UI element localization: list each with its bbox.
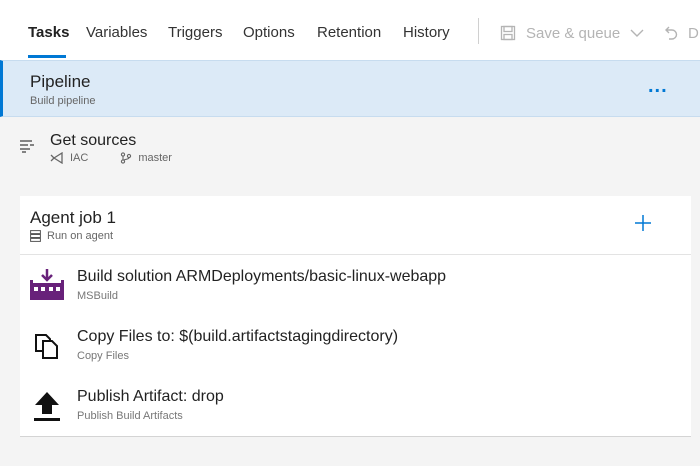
pipeline-subtitle: Build pipeline: [30, 95, 96, 107]
tab-history[interactable]: History: [403, 24, 450, 41]
top-tab-bar: Tasks Variables Triggers Options Retenti…: [0, 0, 700, 60]
task-subtitle: Copy Files: [77, 350, 129, 362]
more-options-button[interactable]: ...: [648, 75, 668, 98]
branch-icon: [121, 152, 132, 164]
agent-job-header[interactable]: Agent job 1 Run on agent: [20, 196, 691, 255]
tab-options[interactable]: Options: [243, 24, 295, 41]
chevron-down-icon[interactable]: [630, 28, 644, 38]
task-title: Build solution ARMDeployments/basic-linu…: [77, 268, 447, 285]
save-queue-label: Save & queue: [526, 24, 621, 42]
toolbar-divider: [478, 18, 479, 44]
tab-tasks[interactable]: Tasks: [28, 24, 69, 41]
undo-label: D: [688, 24, 699, 42]
list-icon: [20, 140, 34, 153]
task-item-build[interactable]: Build solution ARMDeployments/basic-linu…: [20, 255, 691, 315]
agent-job-subtitle: Run on agent: [30, 230, 113, 242]
task-subtitle: MSBuild: [77, 290, 118, 302]
msbuild-icon: [28, 267, 66, 305]
task-item-copy-files[interactable]: Copy Files to: $(build.artifactstagingdi…: [20, 315, 691, 375]
agent-job-subtitle-text: Run on agent: [47, 230, 114, 242]
agent-job-title: Agent job 1: [30, 208, 117, 227]
get-sources-meta: IAC master: [50, 152, 204, 164]
task-title: Copy Files to: $(build.artifactstagingdi…: [77, 328, 399, 345]
task-subtitle: Publish Build Artifacts: [77, 410, 183, 422]
plus-icon[interactable]: [634, 214, 652, 232]
copy-files-icon: [28, 327, 66, 365]
tab-variables[interactable]: Variables: [86, 24, 147, 41]
save-queue-button[interactable]: Save & queue: [500, 22, 654, 44]
tab-retention[interactable]: Retention: [317, 24, 381, 41]
task-title: Publish Artifact: drop: [77, 388, 224, 405]
undo-button[interactable]: D: [664, 22, 700, 44]
get-sources-item[interactable]: Get sources IAC master: [0, 118, 700, 190]
agent-job-card: Agent job 1 Run on agent Build solution …: [20, 196, 691, 437]
get-sources-title: Get sources: [50, 132, 137, 149]
save-icon: [500, 25, 516, 41]
active-tab-indicator: [28, 55, 66, 58]
repo-icon: [50, 152, 63, 164]
tab-triggers[interactable]: Triggers: [168, 24, 222, 41]
pipeline-item[interactable]: Pipeline Build pipeline ...: [0, 60, 700, 117]
server-icon: [30, 230, 41, 242]
repo-name: IAC: [70, 152, 89, 164]
upload-icon: [28, 387, 66, 425]
pipeline-title: Pipeline: [30, 72, 91, 91]
task-item-publish[interactable]: Publish Artifact: drop Publish Build Art…: [20, 375, 691, 435]
undo-icon: [665, 26, 678, 40]
branch-name: master: [138, 152, 172, 164]
